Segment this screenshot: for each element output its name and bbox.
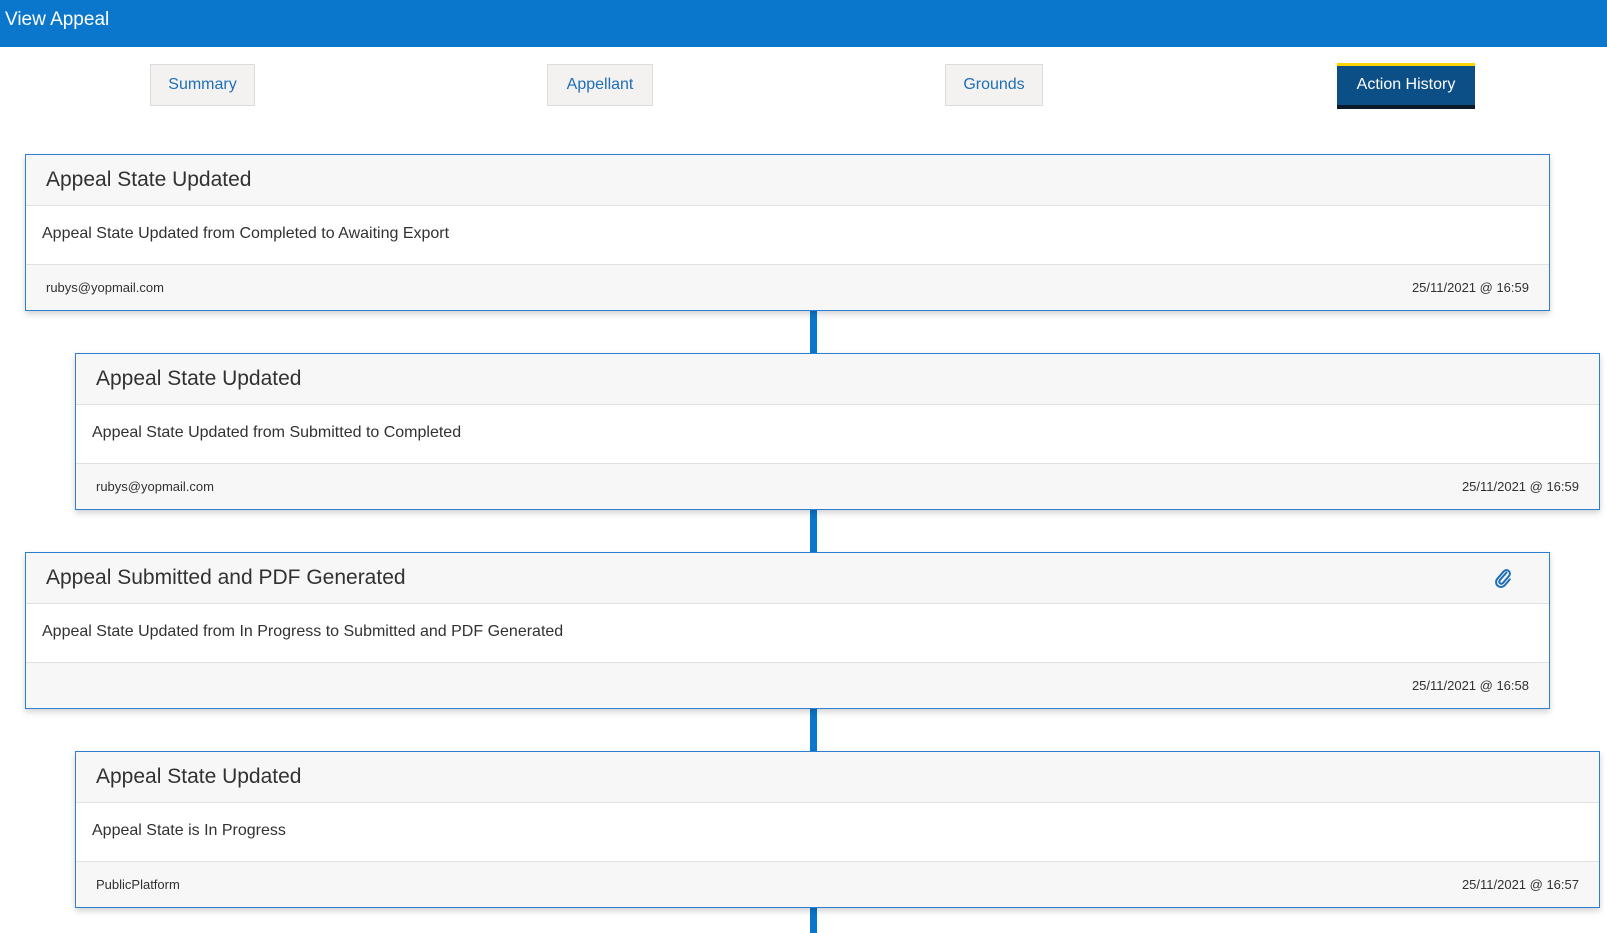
history-card-timestamp: 25/11/2021 @ 16:57 [1461, 877, 1579, 892]
tab-grounds[interactable]: Grounds [945, 64, 1043, 106]
history-card-footer: rubys@yopmail.com 25/11/2021 @ 16:59 [26, 265, 1549, 310]
history-card-body: Appeal State Updated from Completed to A… [26, 206, 1549, 265]
history-card-header: Appeal Submitted and PDF Generated [26, 553, 1549, 604]
page-title: View Appeal [5, 9, 110, 30]
history-card-description: Appeal State Updated from Completed to A… [42, 225, 450, 242]
history-card-body: Appeal State is In Progress [76, 803, 1599, 862]
history-card: Appeal State Updated Appeal State Update… [25, 154, 1550, 311]
history-card-timestamp: 25/11/2021 @ 16:58 [1411, 678, 1529, 693]
history-card-header: Appeal State Updated [76, 354, 1599, 405]
timeline-connector [810, 510, 817, 553]
history-card-description: Appeal State is In Progress [92, 822, 286, 839]
history-card-title: Appeal State Updated [96, 367, 302, 390]
timeline-connector [810, 709, 817, 752]
history-card-user: rubys@yopmail.com [46, 280, 164, 295]
history-card: Appeal Submitted and PDF Generated Appea… [25, 552, 1550, 709]
history-card-timestamp: 25/11/2021 @ 16:59 [1411, 280, 1529, 295]
paperclip-icon[interactable] [1493, 567, 1513, 589]
tab-appellant[interactable]: Appellant [547, 64, 653, 106]
history-card-title: Appeal State Updated [46, 168, 252, 191]
history-card-description: Appeal State Updated from In Progress to… [42, 623, 564, 640]
history-card: Appeal State Updated Appeal State Update… [75, 353, 1600, 510]
history-card-header: Appeal State Updated [26, 155, 1549, 206]
history-card-header: Appeal State Updated [76, 752, 1599, 803]
history-card-timestamp: 25/11/2021 @ 16:59 [1461, 479, 1579, 494]
history-card-body: Appeal State Updated from In Progress to… [26, 604, 1549, 663]
history-card-footer: rubys@yopmail.com 25/11/2021 @ 16:59 [76, 464, 1599, 509]
history-card-title: Appeal State Updated [96, 765, 302, 788]
timeline-connector [810, 311, 817, 354]
history-card-footer: PublicPlatform 25/11/2021 @ 16:57 [76, 862, 1599, 907]
history-card-footer: 25/11/2021 @ 16:58 [26, 663, 1549, 708]
history-card-user: rubys@yopmail.com [96, 479, 214, 494]
history-card-body: Appeal State Updated from Submitted to C… [76, 405, 1599, 464]
tab-summary[interactable]: Summary [150, 64, 255, 106]
tab-action-history[interactable]: Action History [1337, 63, 1475, 109]
history-card: Appeal State Updated Appeal State is In … [75, 751, 1600, 908]
timeline-connector [810, 908, 817, 933]
app-header: View Appeal [0, 0, 1607, 47]
history-card-title: Appeal Submitted and PDF Generated [46, 566, 406, 589]
history-card-description: Appeal State Updated from Submitted to C… [92, 424, 462, 441]
history-card-user: PublicPlatform [96, 877, 180, 892]
